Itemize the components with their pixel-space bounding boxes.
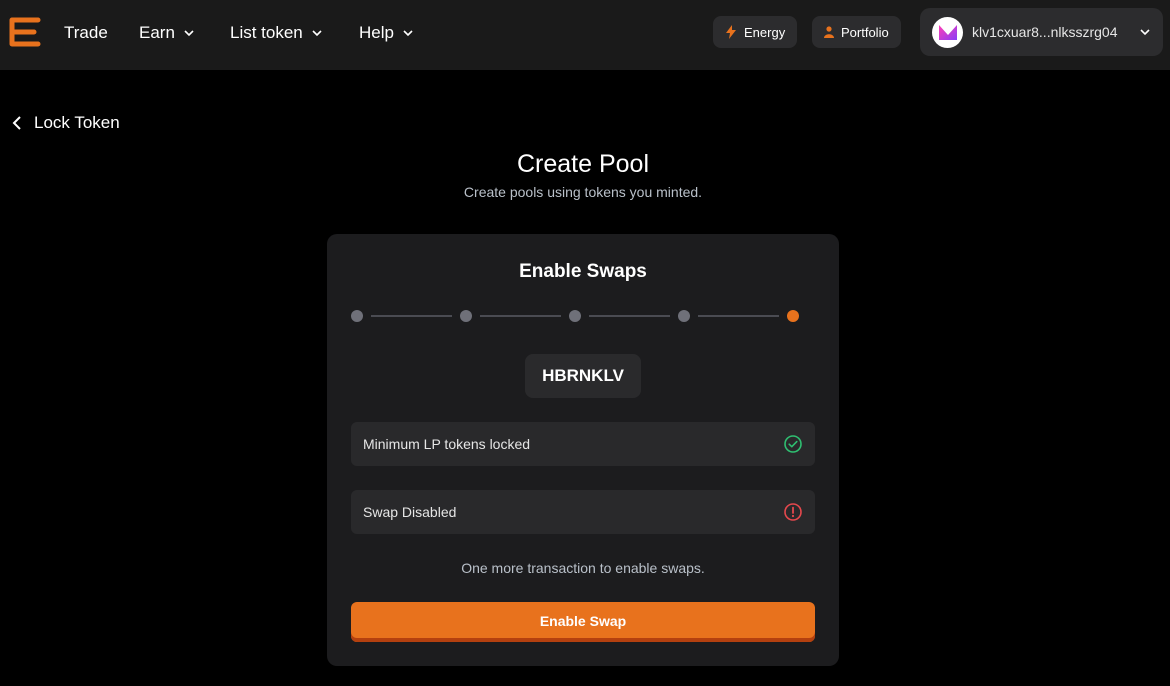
step-4 xyxy=(678,310,690,322)
portfolio-button[interactable]: Portfolio xyxy=(812,16,901,48)
page-title: Create Pool xyxy=(516,150,650,178)
info-message: One more transaction to enable swaps. xyxy=(461,560,705,576)
user-icon xyxy=(824,26,834,38)
card-title: Enable Swaps xyxy=(519,261,647,282)
nav-earn-label: Earn xyxy=(139,23,175,42)
chevron-down-icon xyxy=(312,30,322,37)
step-5-active xyxy=(787,310,799,322)
step-connector xyxy=(589,315,670,317)
alert-circle-icon xyxy=(784,503,802,521)
step-2 xyxy=(460,310,472,322)
progress-stepper xyxy=(351,309,799,323)
status-swap-disabled-label: Swap Disabled xyxy=(363,504,457,520)
step-connector xyxy=(698,315,779,317)
wallet-avatar xyxy=(932,16,963,48)
status-swap-disabled: Swap Disabled xyxy=(351,490,815,534)
nav-help[interactable]: Help xyxy=(359,22,414,44)
step-connector xyxy=(371,315,452,317)
step-1 xyxy=(351,310,363,322)
chevron-down-icon xyxy=(1140,29,1150,36)
lightning-icon xyxy=(726,25,736,39)
energy-label: Energy xyxy=(744,24,786,40)
nav-trade-label: Trade xyxy=(64,23,108,42)
back-label: Lock Token xyxy=(34,113,120,132)
energy-button[interactable]: Energy xyxy=(713,16,798,48)
step-3 xyxy=(569,310,581,322)
chevron-down-icon xyxy=(184,30,194,37)
token-ticker-badge: HBRNKLV xyxy=(525,354,641,398)
wallet-address: klv1cxuar8...nlksszrg04 xyxy=(972,24,1118,40)
enable-swap-button[interactable]: Enable Swap xyxy=(351,602,815,642)
chevron-down-icon xyxy=(403,30,413,37)
top-navigation-bar: Trade Earn List token Help Energy Portfo… xyxy=(0,0,1170,70)
back-lock-token-link[interactable]: Lock Token xyxy=(12,112,120,134)
nav-help-label: Help xyxy=(359,23,394,42)
wallet-avatar-icon xyxy=(938,25,957,40)
enable-swaps-card: Enable Swaps HBRNKLV Minimum LP tokens l… xyxy=(327,234,839,666)
status-lp-locked: Minimum LP tokens locked xyxy=(351,422,815,466)
step-connector xyxy=(480,315,561,317)
nav-earn[interactable]: Earn xyxy=(139,22,195,44)
klever-logo-icon[interactable] xyxy=(8,14,44,50)
portfolio-label: Portfolio xyxy=(841,24,889,40)
nav-list-token[interactable]: List token xyxy=(230,22,323,44)
chevron-left-icon xyxy=(12,116,21,130)
nav-trade[interactable]: Trade xyxy=(64,22,108,44)
status-lp-locked-label: Minimum LP tokens locked xyxy=(363,436,531,452)
wallet-account-button[interactable]: klv1cxuar8...nlksszrg04 xyxy=(920,8,1163,56)
page-subtitle: Create pools using tokens you minted. xyxy=(463,184,703,200)
nav-list-token-label: List token xyxy=(230,23,303,42)
check-circle-icon xyxy=(784,435,802,453)
